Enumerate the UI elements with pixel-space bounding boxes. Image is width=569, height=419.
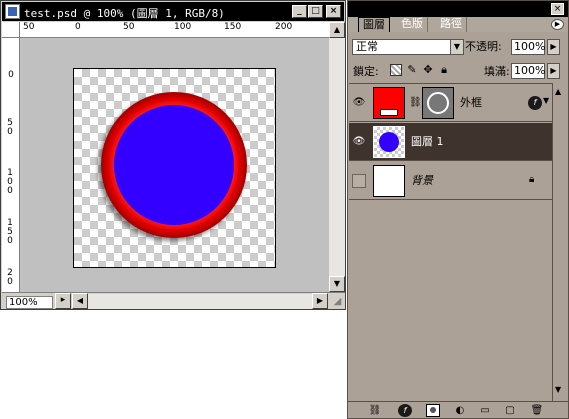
ruler-label: 1 5 0 <box>7 218 13 246</box>
expand-effects-icon[interactable]: ▼ <box>543 96 549 105</box>
document-title-bar[interactable]: test.psd @ 100% (圖層 1, RGB/8) _ □ × <box>2 2 344 21</box>
ruler-label: 1 0 0 <box>7 168 13 196</box>
layers-panel: × 圖層 色版 路徑 ▶ 正常 ▼ 不透明: 100% ▶ 鎖定: ✎ ✥ 🔒︎… <box>347 0 569 419</box>
tab-layers[interactable]: 圖層 <box>358 17 390 32</box>
ruler-label: 0 <box>75 22 81 32</box>
panel-menu-icon[interactable]: ▶ <box>551 19 564 30</box>
fill-field[interactable]: 100% <box>511 63 545 79</box>
scroll-down-button[interactable]: ▼ <box>329 276 345 292</box>
panel-tabs: 圖層 色版 路徑 ▶ <box>348 17 568 32</box>
horizontal-scrollbar[interactable]: ◀ ▶ <box>72 293 328 309</box>
lock-move-icon[interactable]: ✥ <box>422 64 434 76</box>
blend-mode-value: 正常 <box>356 40 378 53</box>
scroll-down-button[interactable]: ▼ <box>555 385 561 394</box>
layer-thumbnail <box>373 87 405 119</box>
scroll-left-button[interactable]: ◀ <box>72 293 88 309</box>
layer-row-frame[interactable]: 👁︎ ⛓ 外框 f ▼ <box>349 84 552 122</box>
ruler-label: 50 <box>23 22 35 32</box>
layer-mask-thumbnail[interactable] <box>422 87 454 119</box>
lock-all-icon[interactable]: 🔒︎ <box>438 64 450 76</box>
ruler-label: 200 <box>275 22 293 32</box>
layer-row-layer-1[interactable]: 👁︎ 圖層 1 <box>349 123 552 161</box>
tab-channels[interactable]: 色版 <box>397 17 428 32</box>
adjustment-layer-icon[interactable]: ◐ <box>453 404 467 417</box>
layers-scrollbar[interactable]: ▲ ▼ <box>552 83 568 401</box>
resize-grip-icon[interactable]: ◢ <box>330 294 345 309</box>
fill-slider-button[interactable]: ▶ <box>547 63 560 79</box>
layers-list: 👁︎ ⛓ 外框 f ▼ 👁︎ 圖層 1 背景 🔒︎ <box>349 83 552 401</box>
blue-circle <box>114 105 234 225</box>
layer-effects-icon[interactable]: f <box>528 96 542 110</box>
ruler-label: 100 <box>174 22 192 32</box>
eye-icon[interactable]: 👁︎ <box>352 135 366 149</box>
vertical-scrollbar[interactable]: ▲ ▼ <box>329 22 345 292</box>
document-window: test.psd @ 100% (圖層 1, RGB/8) _ □ × 50 0… <box>0 0 346 310</box>
ruler-label: 0 <box>8 70 14 80</box>
lock-icon: 🔒︎ <box>529 174 535 185</box>
ruler-label: 50 <box>123 22 135 32</box>
tab-paths[interactable]: 路徑 <box>436 17 467 32</box>
ruler-label: 5 0 <box>7 118 13 137</box>
photoshop-document-icon <box>5 4 20 19</box>
add-layer-style-icon[interactable]: f <box>398 404 412 417</box>
vertical-ruler[interactable]: 0 5 0 1 0 0 1 5 0 2 0 <box>2 38 20 292</box>
trash-icon[interactable]: 🗑︎ <box>530 404 544 417</box>
status-bar: 100% ▸ ◀ ▶ ◢ <box>2 292 345 309</box>
new-layer-icon[interactable]: ▢ <box>503 404 517 417</box>
document-title: test.psd @ 100% (圖層 1, RGB/8) <box>24 7 225 20</box>
panel-close-button[interactable]: × <box>551 3 564 15</box>
layer-name[interactable]: 圖層 1 <box>411 135 444 149</box>
minimize-button[interactable]: _ <box>292 5 307 18</box>
opacity-label: 不透明: <box>465 40 502 53</box>
new-group-icon[interactable]: ▭ <box>478 404 492 417</box>
horizontal-ruler[interactable]: 50 0 50 100 150 200 <box>20 22 329 38</box>
layer-name[interactable]: 背景 <box>411 174 433 188</box>
ruler-label: 150 <box>224 22 242 32</box>
add-mask-icon[interactable] <box>426 404 440 417</box>
opacity-slider-button[interactable]: ▶ <box>547 39 560 55</box>
lock-brush-icon[interactable]: ✎ <box>406 64 418 76</box>
blend-mode-select[interactable]: 正常 ▼ <box>352 39 464 55</box>
link-chain-icon[interactable]: ⛓ <box>409 97 422 108</box>
canvas-artwork <box>101 92 247 238</box>
lock-transparency-icon[interactable] <box>390 64 402 76</box>
scroll-up-button[interactable]: ▲ <box>555 87 561 96</box>
document-canvas[interactable] <box>73 68 276 268</box>
canvas-area[interactable] <box>20 38 329 292</box>
fill-label: 填滿: <box>484 65 510 78</box>
ruler-origin[interactable] <box>2 22 20 38</box>
chevron-down-icon[interactable]: ▼ <box>450 40 463 54</box>
close-button[interactable]: × <box>326 5 341 18</box>
layer-name[interactable]: 外框 <box>460 96 482 110</box>
maximize-button[interactable]: □ <box>308 5 323 18</box>
layer-thumbnail <box>373 126 405 158</box>
layer-thumbnail <box>373 165 405 197</box>
scroll-right-button[interactable]: ▶ <box>312 293 328 309</box>
panel-title-bar[interactable]: × <box>348 1 568 17</box>
ruler-label: 2 0 <box>7 268 13 287</box>
layers-toolbar: ⛓ f ◐ ▭ ▢ 🗑︎ <box>348 401 568 418</box>
layer-row-background[interactable]: 背景 🔒︎ <box>349 162 552 200</box>
zoom-field[interactable]: 100% <box>6 296 53 309</box>
link-layers-icon[interactable]: ⛓ <box>368 404 382 417</box>
scroll-up-button[interactable]: ▲ <box>329 22 345 38</box>
doc-info-menu-icon[interactable]: ▸ <box>55 293 71 309</box>
eye-hidden-icon[interactable] <box>352 174 366 188</box>
lock-label: 鎖定: <box>353 65 379 78</box>
opacity-field[interactable]: 100% <box>511 39 545 55</box>
eye-icon[interactable]: 👁︎ <box>352 96 366 110</box>
